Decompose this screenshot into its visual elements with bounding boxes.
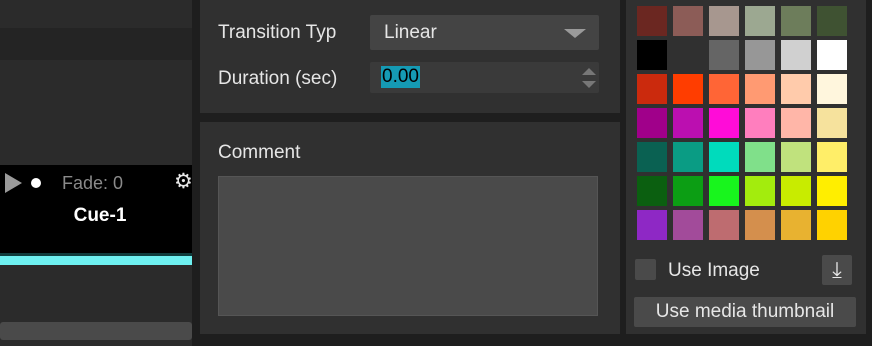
cue-status-dot-icon bbox=[31, 178, 41, 188]
color-swatch[interactable] bbox=[745, 74, 775, 104]
color-swatch[interactable] bbox=[709, 176, 739, 206]
cue-list-header-strip bbox=[0, 28, 192, 60]
color-swatch[interactable] bbox=[781, 142, 811, 172]
color-swatch[interactable] bbox=[745, 40, 775, 70]
cue-progress-bar bbox=[0, 256, 192, 265]
comment-label: Comment bbox=[218, 142, 301, 163]
color-swatch[interactable] bbox=[673, 6, 703, 36]
color-swatch[interactable] bbox=[781, 6, 811, 36]
color-swatch[interactable] bbox=[817, 6, 847, 36]
spin-up-icon[interactable] bbox=[582, 68, 596, 75]
color-swatch[interactable] bbox=[781, 210, 811, 240]
horizontal-scrollbar[interactable] bbox=[0, 322, 192, 340]
color-swatch[interactable] bbox=[709, 210, 739, 240]
color-swatch[interactable] bbox=[817, 210, 847, 240]
color-swatch[interactable] bbox=[673, 74, 703, 104]
cue-fade-text: Fade: 0 bbox=[62, 173, 124, 193]
color-swatch[interactable] bbox=[817, 40, 847, 70]
color-swatch[interactable] bbox=[709, 108, 739, 138]
transition-type-label: Transition Typ bbox=[218, 22, 337, 43]
color-swatch[interactable] bbox=[781, 74, 811, 104]
color-swatch[interactable] bbox=[709, 74, 739, 104]
color-swatch[interactable] bbox=[709, 40, 739, 70]
color-swatch[interactable] bbox=[745, 176, 775, 206]
color-swatch[interactable] bbox=[709, 6, 739, 36]
use-media-thumbnail-button[interactable]: Use media thumbnail bbox=[634, 297, 856, 327]
color-swatch[interactable] bbox=[673, 40, 703, 70]
color-swatch[interactable] bbox=[637, 108, 667, 138]
duration-label: Duration (sec) bbox=[218, 68, 338, 89]
transition-type-value[interactable]: Linear bbox=[384, 21, 437, 45]
color-swatch[interactable] bbox=[637, 6, 667, 36]
spin-down-icon[interactable] bbox=[582, 81, 596, 88]
comment-textarea[interactable] bbox=[218, 176, 598, 316]
duration-input-value[interactable]: 0.00 bbox=[381, 66, 420, 88]
color-swatch[interactable] bbox=[781, 108, 811, 138]
play-icon[interactable] bbox=[5, 173, 22, 193]
color-swatch[interactable] bbox=[673, 210, 703, 240]
use-image-label: Use Image bbox=[668, 260, 760, 281]
color-swatch[interactable] bbox=[637, 142, 667, 172]
color-swatch[interactable] bbox=[673, 108, 703, 138]
color-swatch[interactable] bbox=[817, 142, 847, 172]
color-swatch[interactable] bbox=[745, 6, 775, 36]
color-swatch[interactable] bbox=[637, 210, 667, 240]
color-swatch[interactable] bbox=[637, 40, 667, 70]
color-swatch[interactable] bbox=[637, 176, 667, 206]
color-swatch[interactable] bbox=[817, 108, 847, 138]
color-swatch[interactable] bbox=[673, 176, 703, 206]
use-image-checkbox[interactable] bbox=[635, 259, 656, 280]
color-swatch[interactable] bbox=[781, 176, 811, 206]
color-swatch[interactable] bbox=[817, 176, 847, 206]
color-swatch[interactable] bbox=[781, 40, 811, 70]
color-swatch[interactable] bbox=[745, 142, 775, 172]
color-swatch[interactable] bbox=[745, 210, 775, 240]
gear-icon[interactable]: ⚙ bbox=[174, 170, 194, 194]
cue-name: Cue-1 bbox=[73, 205, 127, 226]
color-swatch[interactable] bbox=[637, 74, 667, 104]
color-swatch[interactable] bbox=[673, 142, 703, 172]
color-swatch[interactable] bbox=[709, 142, 739, 172]
color-swatch[interactable] bbox=[817, 74, 847, 104]
color-swatch[interactable] bbox=[745, 108, 775, 138]
chevron-down-icon[interactable] bbox=[564, 29, 586, 38]
download-icon[interactable]: ⤓ bbox=[822, 255, 852, 285]
